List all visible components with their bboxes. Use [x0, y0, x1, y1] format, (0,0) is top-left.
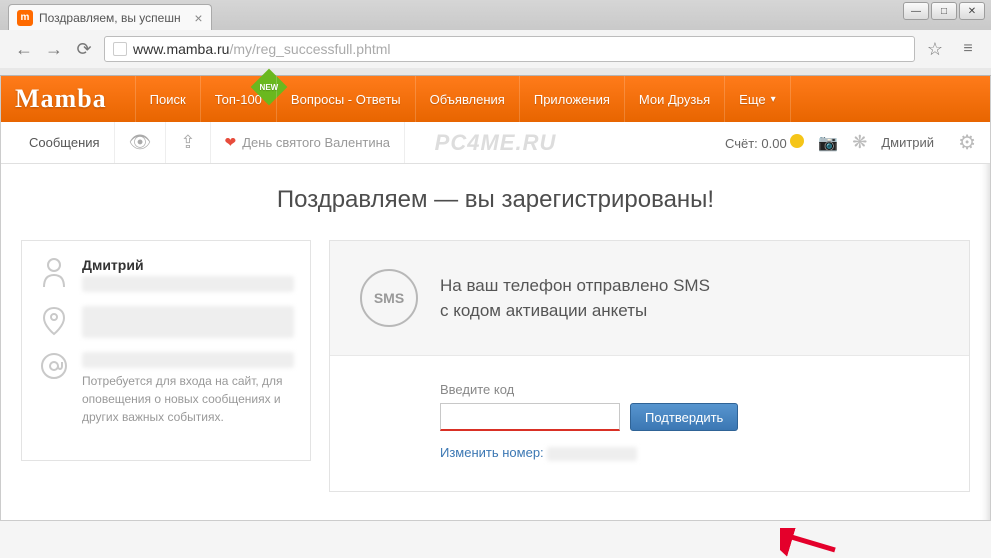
back-button[interactable]: ← — [10, 35, 38, 63]
browser-tab[interactable]: m Поздравляем, вы успешн × — [8, 4, 212, 30]
person-icon — [38, 257, 70, 292]
window-controls: — □ ✕ — [903, 2, 985, 20]
close-button[interactable]: ✕ — [959, 2, 985, 20]
location-icon — [38, 306, 70, 338]
messages-link[interactable]: Сообщения — [15, 122, 115, 163]
minimize-button[interactable]: — — [903, 2, 929, 20]
sub-bar: Сообщения 👁 ⇪ ❤ День святого Валентина P… — [1, 122, 990, 164]
code-label: Введите код — [440, 382, 939, 397]
sms-line-2: с кодом активации анкеты — [440, 298, 710, 324]
sidebar-note: Потребуется для входа на сайт, для опове… — [82, 372, 294, 426]
address-bar[interactable]: www.mamba.ru/my/reg_successfull.phtml — [104, 36, 915, 62]
tab-title: Поздравляем, вы успешн — [39, 11, 181, 25]
camera-icon[interactable]: 📷 — [818, 133, 838, 153]
annotation-arrow-icon — [780, 528, 840, 558]
change-number-link[interactable]: Изменить номер: — [440, 445, 544, 460]
watermark: PC4ME.RU — [435, 130, 557, 156]
logo[interactable]: Mamba — [15, 84, 107, 114]
change-number-row: Изменить номер: — [440, 445, 939, 461]
sms-line-1: На ваш телефон отправлено SMS — [440, 273, 710, 299]
nav-apps[interactable]: Приложения — [519, 76, 624, 122]
heart-icon: ❤ — [225, 134, 237, 151]
address-row: ← → ⟳ www.mamba.ru/my/reg_successfull.ph… — [0, 30, 991, 68]
forward-button[interactable]: → — [40, 35, 68, 63]
settings-gear-icon[interactable]: ⚙ — [958, 130, 976, 155]
bookmark-star-icon[interactable]: ☆ — [921, 35, 949, 63]
balance[interactable]: Счёт: 0.00 — [725, 134, 804, 151]
maximize-button[interactable]: □ — [931, 2, 957, 20]
nav-search[interactable]: Поиск — [135, 76, 200, 122]
nav-qa[interactable]: Вопросы - Ответы — [276, 76, 415, 122]
upload-icon: ⇪ — [180, 132, 195, 153]
valentine-link[interactable]: ❤ День святого Валентина — [211, 122, 406, 163]
content: Поздравляем — вы зарегистрированы! Дмитр… — [1, 164, 990, 492]
chrome-menu-icon[interactable]: ≡ — [955, 36, 981, 62]
site-header: Mamba Поиск Топ-100 NEW Вопросы - Ответы… — [1, 76, 990, 122]
nav-ads[interactable]: Объявления — [415, 76, 519, 122]
url-path: /my/reg_successfull.phtml — [229, 41, 390, 57]
profile-name: Дмитрий — [82, 257, 294, 273]
url-host: www.mamba.ru — [133, 41, 229, 57]
visibility-toggle[interactable]: 👁 — [115, 122, 167, 163]
sms-icon: SMS — [360, 269, 418, 327]
main-panel: SMS На ваш телефон отправлено SMS с кодо… — [329, 240, 970, 492]
reload-button[interactable]: ⟳ — [70, 35, 98, 63]
profile-sidebar: Дмитрий Потребуется для входа на са — [21, 240, 311, 461]
nav-friends[interactable]: Мои Друзья — [624, 76, 724, 122]
tab-close-icon[interactable]: × — [194, 10, 202, 26]
caret-down-icon: ▾ — [771, 94, 776, 105]
main-nav: Поиск Топ-100 NEW Вопросы - Ответы Объяв… — [135, 76, 791, 122]
tab-strip: m Поздравляем, вы успешн × — □ ✕ — [0, 0, 991, 30]
up-action[interactable]: ⇪ — [166, 122, 210, 163]
status-icon[interactable]: ❋ — [852, 132, 867, 153]
confirm-button[interactable]: Подтвердить — [630, 403, 738, 431]
eye-icon: 👁 — [129, 132, 152, 153]
code-input[interactable] — [440, 403, 620, 431]
favicon-icon: m — [17, 10, 33, 26]
redacted-field — [82, 352, 294, 368]
redacted-field — [82, 276, 294, 292]
browser-chrome: m Поздравляем, вы успешн × — □ ✕ ← → ⟳ w… — [0, 0, 991, 76]
redacted-field — [82, 306, 294, 338]
activation-form: Введите код Подтвердить Изменить номер: — [330, 356, 969, 491]
page-icon — [113, 42, 127, 56]
page-title: Поздравляем — вы зарегистрированы! — [277, 186, 714, 214]
nav-more[interactable]: Еще▾ — [724, 76, 790, 122]
username-label[interactable]: Дмитрий — [881, 135, 934, 150]
redacted-field — [547, 447, 637, 461]
nav-top100[interactable]: Топ-100 NEW — [200, 76, 276, 122]
email-icon — [38, 352, 70, 426]
coin-icon — [790, 134, 804, 148]
sms-notice: SMS На ваш телефон отправлено SMS с кодо… — [330, 241, 969, 356]
